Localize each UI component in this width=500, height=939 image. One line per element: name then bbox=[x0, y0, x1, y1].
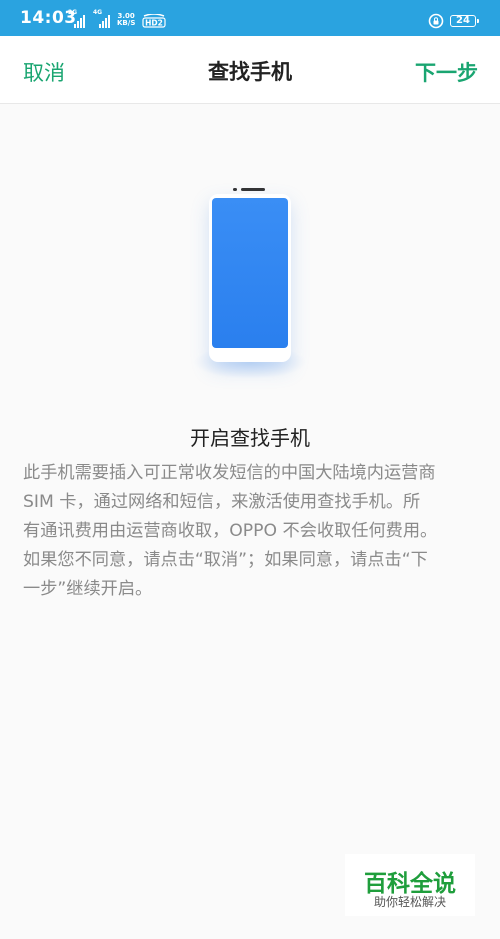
network-speed-unit: KB/S bbox=[117, 19, 136, 27]
cellular-signal-icon: 2G bbox=[68, 10, 90, 28]
hd-voice-icon: HD2 bbox=[142, 14, 166, 28]
phone-illustration-screen bbox=[212, 198, 288, 348]
next-step-button[interactable]: 下一步 bbox=[415, 57, 478, 87]
navigation-bar: 取消 查找手机 下一步 bbox=[0, 36, 500, 104]
phone-illustration bbox=[209, 194, 291, 362]
description-line: 如果您不同意，请点击“取消”；如果同意，请点击“下 bbox=[23, 550, 428, 570]
feature-description: 此手机需要插入可正常收发短信的中国大陆境内运营商 SIM 卡，通过网络和短信，来… bbox=[23, 459, 480, 604]
description-line: 一步”继续开启。 bbox=[23, 579, 153, 599]
hd-label: HD2 bbox=[145, 19, 163, 28]
phone-camera-dot bbox=[233, 188, 237, 191]
network-speed: 3.00 KB/S bbox=[117, 13, 135, 27]
description-line: 此手机需要插入可正常收发短信的中国大陆境内运营商 bbox=[23, 463, 436, 483]
cellular-signal-icon: 4G bbox=[93, 10, 115, 28]
phone-speaker-slot bbox=[241, 188, 265, 191]
battery-level: 24 bbox=[456, 15, 470, 26]
alarm-lock-icon bbox=[428, 13, 444, 29]
watermark-subtitle: 助你轻松解决 bbox=[373, 895, 446, 909]
battery-icon: 24 bbox=[450, 15, 479, 27]
description-line: SIM 卡，通过网络和短信，来激活使用查找手机。所 bbox=[23, 492, 421, 512]
description-line: 有通讯费用由运营商收取，OPPO 不会收取任何费用。 bbox=[23, 521, 438, 541]
feature-heading: 开启查找手机 bbox=[190, 426, 310, 450]
status-bar: 14:03 2G 4G 3.00 KB/S HD2 24 bbox=[0, 0, 500, 36]
watermark: 百科全说 助你轻松解决 bbox=[345, 854, 475, 916]
